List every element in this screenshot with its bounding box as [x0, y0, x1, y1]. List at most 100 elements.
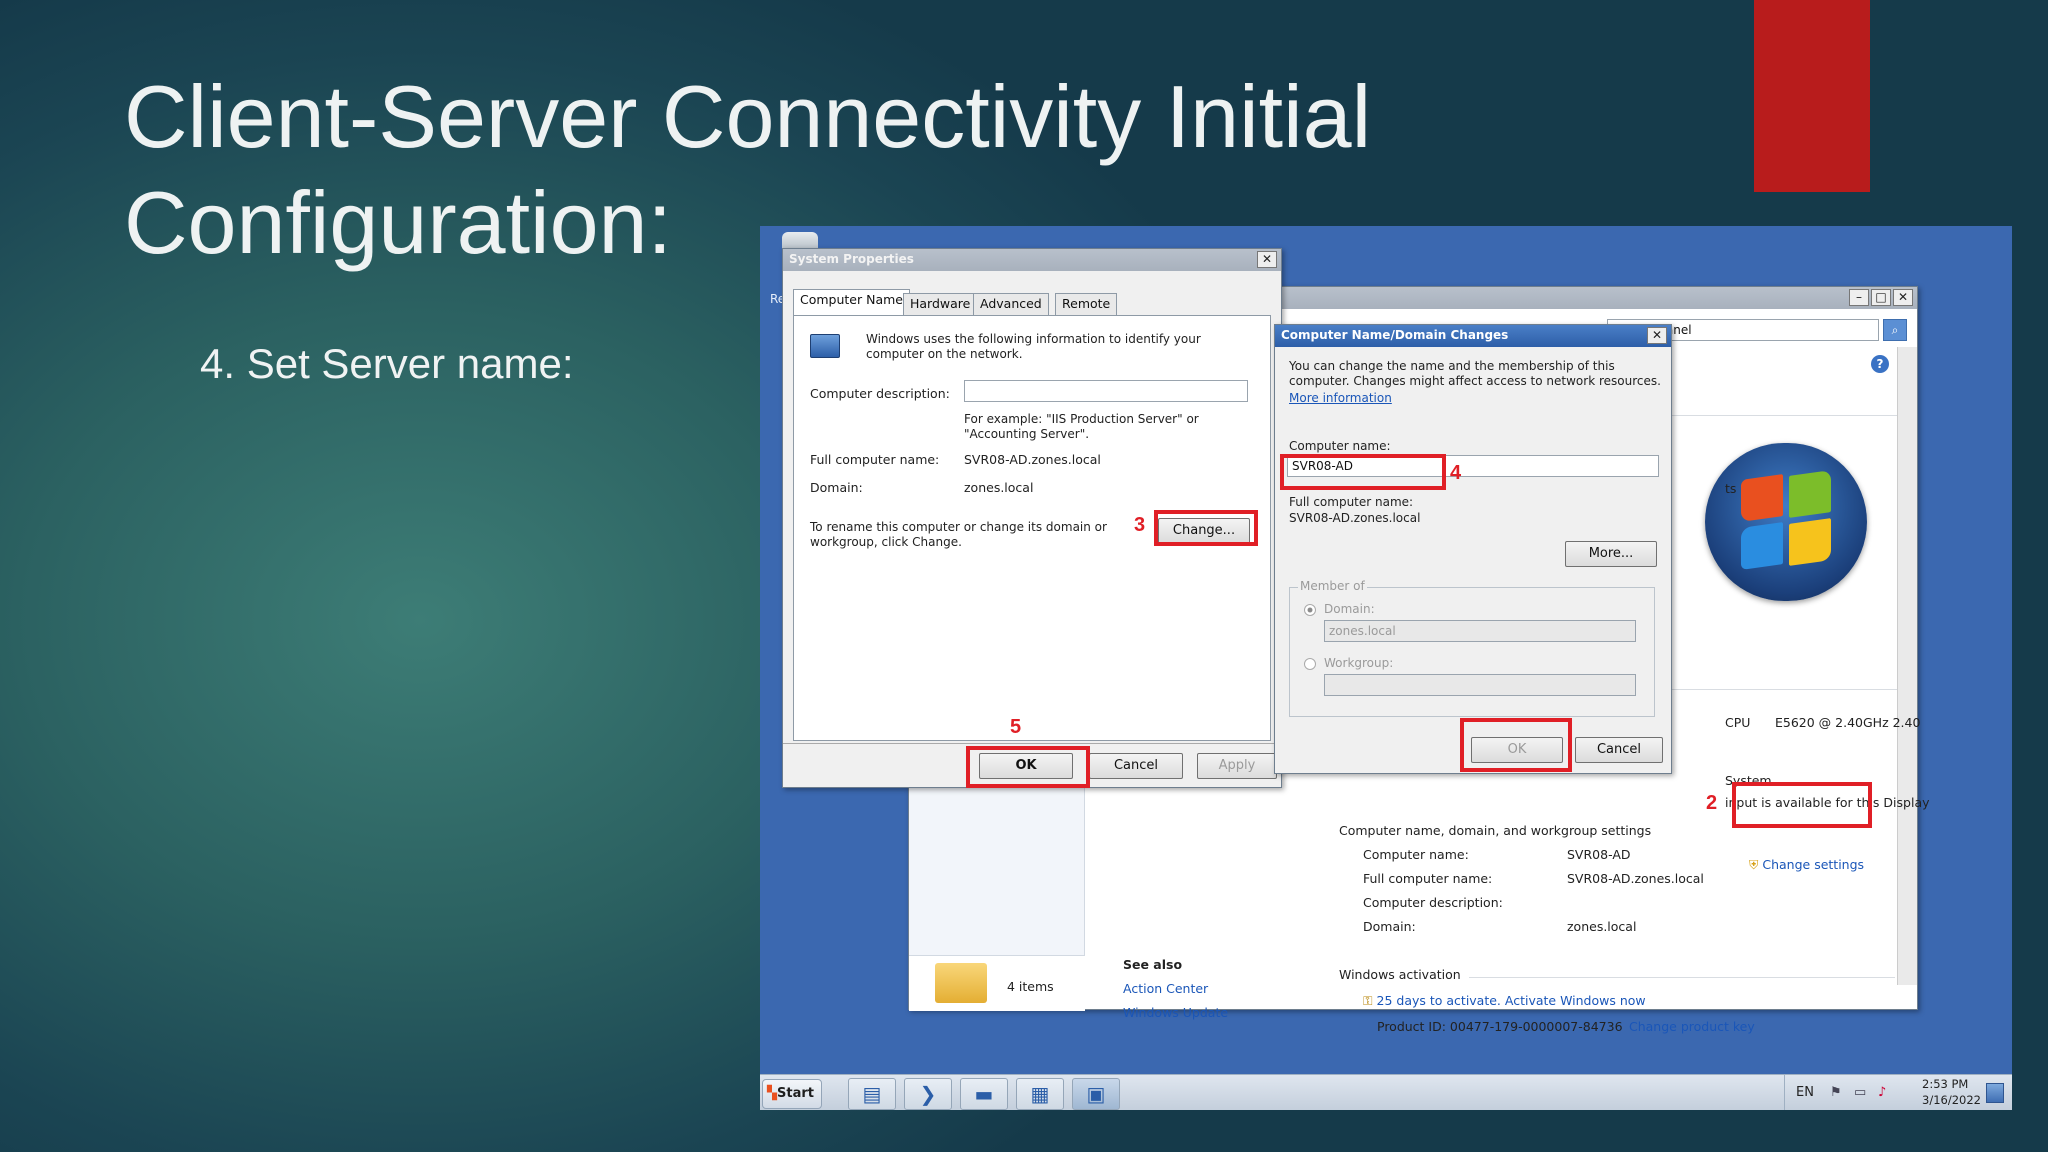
system-properties-taskbar-icon[interactable]: ▣ — [1072, 1078, 1120, 1110]
tab-computer-name[interactable]: Computer Name — [793, 289, 910, 316]
cpu-value: E5620 @ 2.40GHz 2.40 — [1775, 715, 1921, 730]
windows-update-link[interactable]: Windows Update — [1123, 1005, 1228, 1020]
control-panel-icon[interactable]: ▦ — [1016, 1078, 1064, 1110]
domain-option-label: Domain: — [1324, 602, 1375, 616]
step-4-highlight — [1280, 454, 1446, 490]
workgroup-option-label: Workgroup: — [1324, 656, 1394, 670]
windows-flag-icon: ▚ — [767, 1086, 777, 1101]
step-5-highlight — [966, 746, 1090, 788]
explorer-icon[interactable]: ▬ — [960, 1078, 1008, 1110]
action-center-link[interactable]: Action Center — [1123, 981, 1208, 996]
domain-radio[interactable] — [1304, 604, 1316, 616]
slide-title-line1: Client-Server Connectivity Initial — [124, 67, 1372, 166]
cp-description-label: Computer description: — [1363, 895, 1503, 910]
more-button[interactable]: More... — [1565, 541, 1657, 567]
scrollbar[interactable] — [1897, 347, 1917, 985]
dc-intro: You can change the name and the membersh… — [1289, 359, 1661, 388]
folder-icon — [935, 963, 987, 1003]
flag-icon[interactable]: ⚑ — [1830, 1085, 1842, 1100]
step-3-number: 3 — [1134, 514, 1146, 536]
cp-full-name-label: Full computer name: — [1363, 871, 1493, 886]
cp-computer-name-label: Computer name: — [1363, 847, 1469, 862]
change-settings-label: Change settings — [1762, 857, 1865, 872]
sp-full-name-label: Full computer name: — [810, 452, 940, 467]
sp-cancel-button[interactable]: Cancel — [1089, 753, 1183, 779]
taskbar: ▚Start ▤ ❯ ▬ ▦ ▣ EN ⚑ ▭ ♪ 2:53 PM 3/16/2… — [760, 1074, 2012, 1110]
change-product-key-link[interactable]: Change product key — [1629, 1019, 1755, 1034]
close-icon[interactable]: ✕ — [1647, 327, 1667, 344]
step-3-highlight — [1154, 510, 1258, 546]
step-4-number: 4 — [1450, 462, 1462, 484]
windows-logo-icon — [1705, 443, 1867, 601]
computer-settings-section: Computer name, domain, and workgroup set… — [1339, 823, 1656, 838]
activation-section: Windows activation — [1339, 967, 1461, 982]
start-label: Start — [777, 1086, 814, 1101]
domain-input[interactable]: zones.local — [1324, 620, 1636, 642]
accent-bar — [1754, 0, 1870, 192]
dc-full-name-label: Full computer name: — [1289, 495, 1414, 509]
slide-bullet: 4. Set Server name: — [200, 340, 574, 387]
section-divider — [1469, 977, 1895, 978]
cp-domain-label: Domain: — [1363, 919, 1416, 934]
cp-full-name-value: SVR08-AD.zones.local — [1567, 871, 1704, 886]
activation-link[interactable]: ⚿ 25 days to activate. Activate Windows … — [1363, 993, 1646, 1009]
sp-full-name-value: SVR08-AD.zones.local — [964, 452, 1101, 467]
dc-cancel-button[interactable]: Cancel — [1575, 737, 1663, 763]
key-icon: ⚿ — [1363, 993, 1373, 1008]
sp-intro: Windows uses the following information t… — [866, 332, 1201, 361]
help-icon[interactable]: ? — [1871, 355, 1889, 373]
volume-icon[interactable]: ♪ — [1878, 1085, 1886, 1100]
member-of-group: Member of Domain: zones.local Workgroup: — [1289, 579, 1655, 717]
powershell-icon[interactable]: ❯ — [904, 1078, 952, 1110]
product-id: Product ID: 00477-179-0000007-84736 — [1377, 1019, 1623, 1034]
see-also-heading: See also — [1123, 957, 1183, 972]
step-5-number: 5 — [1010, 716, 1022, 738]
sp-rename-text: To rename this computer or change its do… — [810, 520, 1107, 549]
tab-advanced[interactable]: Advanced — [973, 293, 1049, 315]
close-icon[interactable]: ✕ — [1257, 251, 1277, 268]
dc-full-name-value: SVR08-AD.zones.local — [1289, 511, 1421, 525]
search-icon[interactable]: ⌕ — [1883, 319, 1907, 341]
server-screenshot: Re – □ ✕ Control Panel ⌕ ? ts CPU E5620 … — [760, 226, 2012, 1110]
sp-domain-label: Domain: — [810, 480, 863, 495]
cp-domain-value: zones.local — [1567, 919, 1637, 934]
dc-ok-highlight — [1460, 718, 1572, 772]
sp-apply-button[interactable]: Apply — [1197, 753, 1277, 779]
items-count: 4 items — [1007, 979, 1054, 994]
computer-network-icon — [810, 334, 840, 358]
domain-changes-dialog[interactable]: Computer Name/Domain Changes ✕ You can c… — [1274, 324, 1672, 774]
cpu-label: CPU — [1725, 715, 1751, 730]
start-button[interactable]: ▚Start — [762, 1079, 822, 1109]
minimize-icon[interactable]: – — [1849, 289, 1869, 306]
domain-changes-title[interactable]: Computer Name/Domain Changes — [1275, 325, 1671, 347]
workgroup-radio[interactable] — [1304, 658, 1316, 670]
activation-link-label: 25 days to activate. Activate Windows no… — [1376, 993, 1646, 1008]
step-2-number: 2 — [1706, 792, 1718, 814]
shield-icon: ⛨ — [1749, 857, 1759, 872]
more-information-link[interactable]: More information — [1289, 391, 1392, 405]
sp-domain-value: zones.local — [964, 480, 1034, 495]
performance-label: ts — [1725, 481, 1737, 496]
clock-date[interactable]: 3/16/2022 — [1922, 1093, 1981, 1107]
system-properties-title[interactable]: System Properties — [783, 249, 1281, 271]
language-indicator[interactable]: EN — [1796, 1085, 1814, 1100]
sp-description-label: Computer description: — [810, 386, 950, 401]
server-manager-icon[interactable]: ▤ — [848, 1078, 896, 1110]
tab-hardware[interactable]: Hardware — [903, 293, 978, 315]
tab-remote[interactable]: Remote — [1055, 293, 1118, 315]
dialog-divider — [783, 743, 1281, 744]
cp-computer-name-value: SVR08-AD — [1567, 847, 1631, 862]
network-icon[interactable]: ▭ — [1854, 1085, 1866, 1100]
sp-description-input[interactable] — [964, 380, 1248, 402]
tray-divider — [1784, 1075, 1785, 1110]
clock-time[interactable]: 2:53 PM — [1922, 1077, 1968, 1091]
workgroup-input[interactable] — [1324, 674, 1636, 696]
dc-computer-name-label: Computer name: — [1289, 439, 1391, 453]
member-of-label: Member of — [1298, 579, 1367, 593]
close-icon[interactable]: ✕ — [1893, 289, 1913, 306]
change-settings-link[interactable]: ⛨ Change settings — [1749, 857, 1864, 873]
maximize-icon[interactable]: □ — [1871, 289, 1891, 306]
sp-example: For example: "IIS Production Server" or … — [964, 412, 1199, 441]
step-2-highlight — [1732, 782, 1872, 828]
show-desktop-icon[interactable] — [1986, 1083, 2004, 1103]
